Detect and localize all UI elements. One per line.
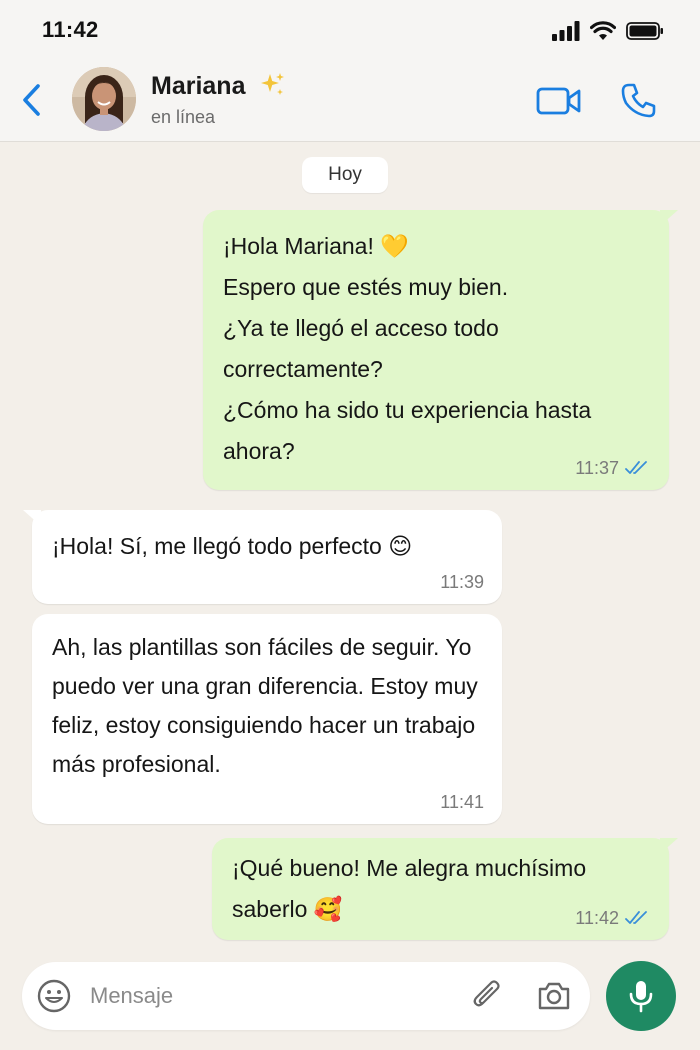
status-time: 11:42 xyxy=(42,17,99,42)
wifi-icon xyxy=(590,21,616,40)
back-icon xyxy=(23,84,40,116)
message-time: 11:42 xyxy=(575,908,619,928)
message-bubble-outgoing[interactable]: ¡Hola Mariana! 💛 Espero que estés muy bi… xyxy=(203,210,678,490)
avatar-image xyxy=(72,67,136,131)
video-call-icon xyxy=(536,87,581,115)
message-meta: 11:39 xyxy=(440,572,484,592)
message-bubble-incoming[interactable]: Ah, las plantillas son fáciles de seguir… xyxy=(32,614,502,824)
bubble-tail xyxy=(660,210,678,226)
phone-icon xyxy=(621,83,656,118)
mic-button[interactable] xyxy=(606,961,676,1031)
sparkle-icon xyxy=(261,73,284,95)
attach-icon xyxy=(473,980,500,1007)
back-button[interactable] xyxy=(14,78,50,122)
attach-button[interactable] xyxy=(470,978,506,1014)
message-text: ¡Hola Mariana! 💛 Espero que estés muy bi… xyxy=(223,233,592,464)
read-ticks-icon xyxy=(625,461,647,474)
camera-button[interactable] xyxy=(536,978,572,1014)
emoji-icon xyxy=(37,979,71,1013)
message-bubble-outgoing[interactable]: ¡Qué bueno! Me alegra muchísimo saberlo … xyxy=(212,838,678,940)
contact-status: en línea xyxy=(151,107,216,127)
voice-call-button[interactable] xyxy=(618,80,660,122)
message-meta: 11:37 xyxy=(575,458,651,478)
date-chip: Hoy xyxy=(302,157,388,193)
message-meta: 11:41 xyxy=(440,792,484,812)
message-bubble-incoming[interactable]: ¡Hola! Sí, me llegó todo perfecto 😊 11:3… xyxy=(23,510,502,604)
message-time: 11:39 xyxy=(440,572,484,592)
message-input[interactable] xyxy=(90,976,450,1016)
message-text: ¡Hola! Sí, me llegó todo perfecto 😊 xyxy=(52,533,413,559)
chat-header: Mariana en línea xyxy=(0,60,700,142)
signal-icon xyxy=(552,21,580,41)
message-time: 11:41 xyxy=(440,792,484,812)
bubble-tail xyxy=(23,510,41,526)
status-icons xyxy=(552,21,664,41)
contact-name[interactable]: Mariana xyxy=(151,72,245,101)
emoji-button[interactable] xyxy=(36,978,72,1014)
status-bar: 11:42 xyxy=(0,0,700,60)
message-composer xyxy=(22,962,590,1030)
message-time: 11:37 xyxy=(575,458,619,478)
camera-icon xyxy=(538,982,570,1010)
message-meta: 11:42 xyxy=(575,908,651,928)
avatar[interactable] xyxy=(72,67,136,131)
bubble-tail xyxy=(660,838,678,854)
message-text: Ah, las plantillas son fáciles de seguir… xyxy=(52,634,478,777)
video-call-button[interactable] xyxy=(536,84,582,118)
read-ticks-icon xyxy=(625,911,647,924)
mic-icon xyxy=(629,981,653,1013)
battery-icon xyxy=(626,22,663,40)
